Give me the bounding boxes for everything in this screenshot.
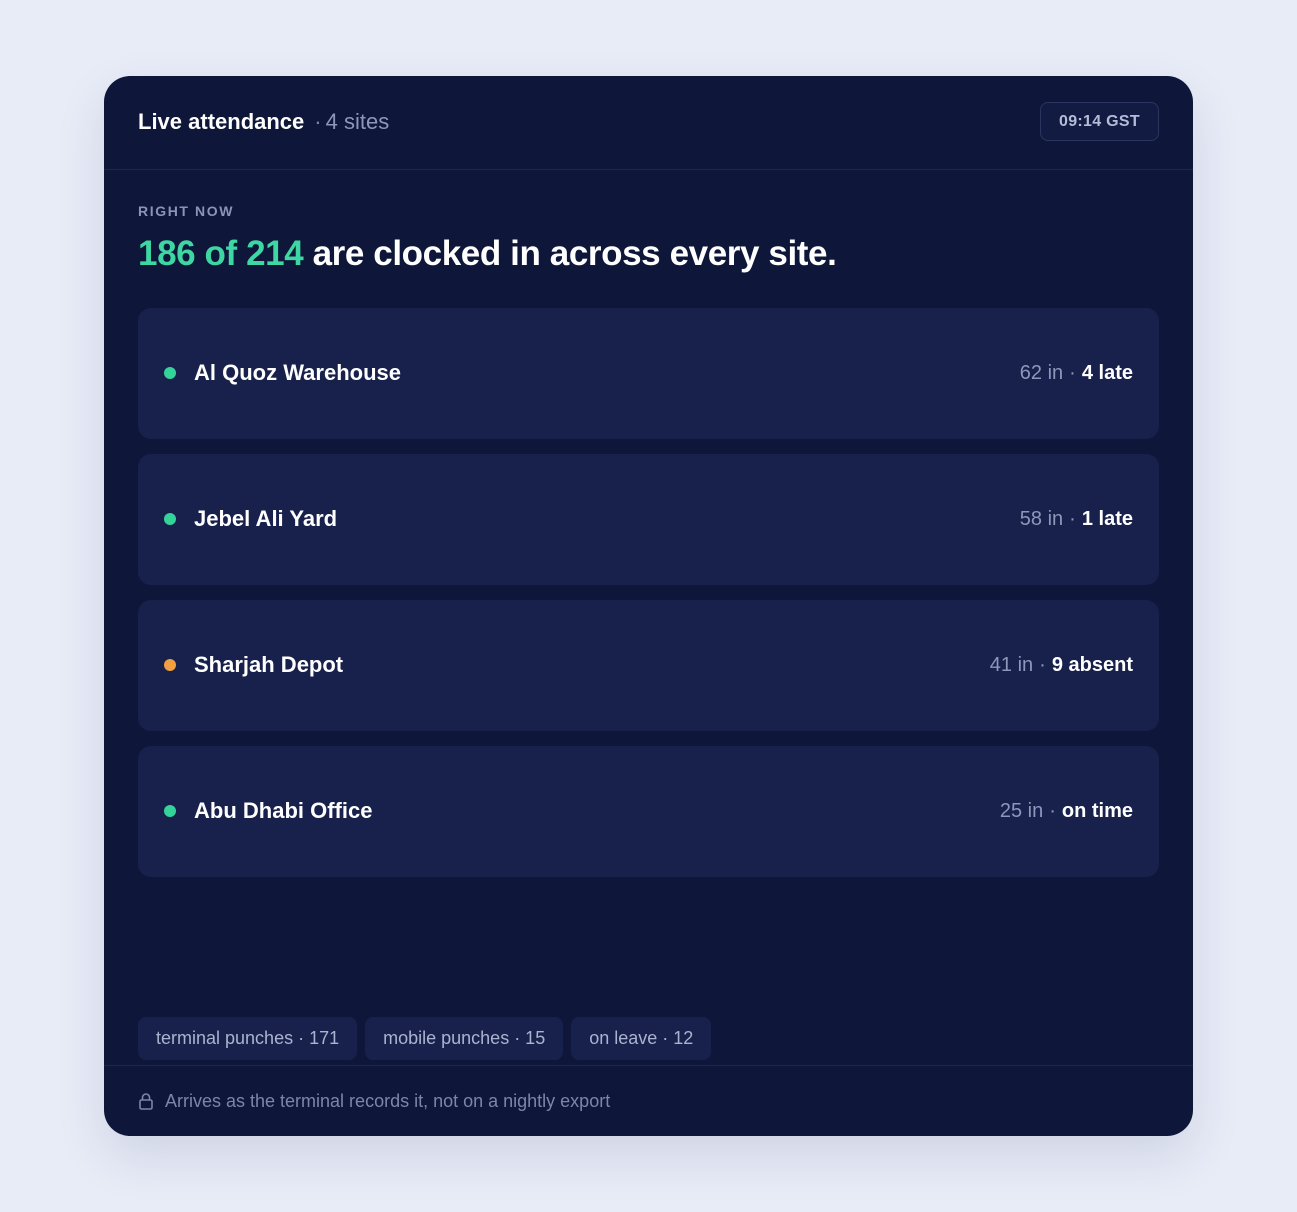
status-dot <box>164 367 176 379</box>
site-name: Al Quoz Warehouse <box>194 360 401 385</box>
page-title: Live attendance <box>138 109 305 134</box>
site-in-count: 62 in <box>1019 362 1064 384</box>
summary-headline: 186 of 214 are clocked in across every s… <box>138 231 837 277</box>
status-dot <box>164 805 176 817</box>
status-dot <box>164 513 176 525</box>
site-in-count: 58 in <box>1019 508 1064 530</box>
title-separator: · <box>314 109 322 134</box>
summary-chips: terminal punches · 171 mobile punches · 1… <box>138 1017 719 1060</box>
chip-on-leave: on leave · 12 <box>571 1017 712 1060</box>
chip-terminal-punches: terminal punches · 171 <box>138 1017 358 1060</box>
stat-separator: · <box>1049 800 1056 822</box>
site-row-al-quoz[interactable]: Al Quoz Warehouse 62 in · 4 late <box>138 308 1159 439</box>
stat-separator: · <box>1069 508 1076 530</box>
card-footer: Arrives as the terminal records it, not … <box>104 1065 1193 1136</box>
site-stats: 58 in · 1 late <box>1020 504 1133 534</box>
attendance-card: Live attendance · 4 sites 09:14 GST RIGHT … <box>104 76 1193 1136</box>
site-stats: 41 in · 9 absent <box>990 650 1133 680</box>
site-row-jebel-ali[interactable]: Jebel Ali Yard 58 in · 1 late <box>138 454 1159 585</box>
chip-mobile-punches: mobile punches · 15 <box>365 1017 564 1060</box>
site-name: Abu Dhabi Office <box>194 798 373 823</box>
site-in-count: 41 in <box>989 654 1034 676</box>
stat-separator: · <box>1039 654 1046 676</box>
site-stats: 25 in · on time <box>1000 796 1133 826</box>
lock-icon <box>138 1092 154 1110</box>
site-in-count: 25 in <box>999 800 1044 822</box>
stat-separator: · <box>1069 362 1076 384</box>
sites-count: 4 sites <box>325 109 390 134</box>
status-dot <box>164 659 176 671</box>
headline-text: are clocked in across every site. <box>312 234 837 273</box>
site-status: 1 late <box>1081 508 1133 530</box>
site-status: 9 absent <box>1051 654 1133 676</box>
header-title: Live attendance · 4 sites <box>138 108 389 136</box>
site-name: Sharjah Depot <box>194 652 344 677</box>
site-list: Al Quoz Warehouse 62 in · 4 late Jebel Ali… <box>138 308 1159 892</box>
headline-count: 186 of 214 <box>138 234 304 273</box>
site-status: on time <box>1061 800 1133 822</box>
time-badge: 09:14 GST <box>1040 102 1159 141</box>
eyebrow-label: RIGHT NOW <box>138 203 235 219</box>
site-row-abu-dhabi[interactable]: Abu Dhabi Office 25 in · on time <box>138 746 1159 877</box>
site-row-sharjah[interactable]: Sharjah Depot 41 in · 9 absent <box>138 600 1159 731</box>
site-name: Jebel Ali Yard <box>194 506 338 531</box>
card-header: Live attendance · 4 sites 09:14 GST <box>104 76 1193 170</box>
footer-note: Arrives as the terminal records it, not … <box>165 1091 611 1111</box>
site-stats: 62 in · 4 late <box>1020 358 1133 388</box>
site-status: 4 late <box>1081 362 1133 384</box>
